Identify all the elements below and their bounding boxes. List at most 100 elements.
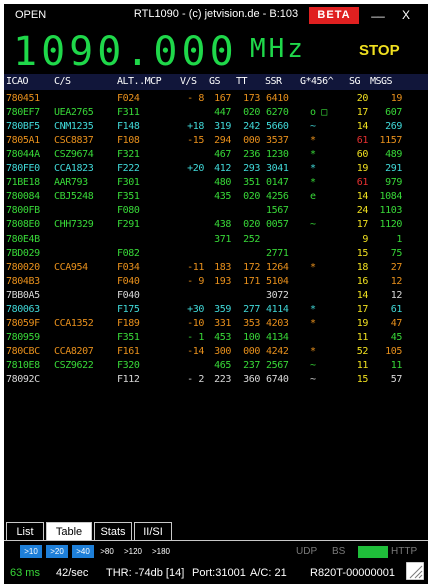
cell-squawk: 4256 bbox=[266, 191, 289, 203]
cell-squawk: 5660 bbox=[266, 121, 289, 133]
cell-squawk: 6410 bbox=[266, 93, 289, 104]
table-row[interactable]: 780E4B 371 252 9 1 bbox=[4, 233, 428, 247]
minimize-button[interactable]: __ bbox=[370, 4, 386, 20]
range-10-button[interactable]: >10 bbox=[20, 545, 42, 558]
table-row[interactable]: 7800FB F080 1567 24 1103 bbox=[4, 204, 428, 218]
table-row[interactable]: 780CBC CCA8207 F161 -14 300 000 4242 * 52 105 bbox=[4, 345, 428, 359]
status-port: Port:31001 bbox=[192, 567, 246, 579]
table-row[interactable]: 71BE18 AAR793 F301 480 351 0147 * 61 979 bbox=[4, 176, 428, 190]
cell-callsign: CCA1823 bbox=[54, 163, 94, 175]
range-120-button[interactable]: >120 bbox=[120, 545, 146, 558]
cell-callsign: CCA1352 bbox=[54, 317, 94, 329]
cell-signal: 20 bbox=[356, 93, 369, 104]
col-ground-speed[interactable]: GS bbox=[209, 76, 221, 87]
cell-vertical-speed: -10 bbox=[187, 317, 204, 329]
table-row[interactable]: 78044A CSZ9674 F321 467 236 1230 * 60 489 bbox=[4, 148, 428, 162]
cell-flags: * bbox=[310, 135, 316, 147]
table-row[interactable]: 780BF5 CNM1235 F148 +18 319 242 5660 ~14 269 bbox=[4, 120, 428, 134]
cell-altitude: F024 bbox=[117, 93, 140, 104]
cell-flags: ~ bbox=[310, 359, 316, 371]
cell-track: 293 bbox=[243, 163, 260, 175]
cell-track: 172 bbox=[243, 261, 260, 273]
cell-track: 360 bbox=[243, 374, 260, 385]
table-row[interactable]: 78059F CCA1352 F189 -10 331 353 4203 * 19 47 bbox=[4, 317, 428, 331]
cell-signal: 17 bbox=[356, 219, 369, 231]
col-altitude[interactable]: ALT..MCP bbox=[117, 76, 162, 87]
table-row[interactable]: 7810E8 CSZ9622 F320 465 237 2567 ~11 11 bbox=[4, 359, 428, 373]
cell-altitude: F222 bbox=[117, 163, 140, 175]
cell-track: 000 bbox=[243, 135, 260, 147]
cell-messages: 489 bbox=[385, 149, 402, 161]
cell-messages: 12 bbox=[390, 289, 403, 301]
table-row[interactable]: 7805A1 CSC8837 F108 -15 294 000 3537 * 61 1157 bbox=[4, 134, 428, 148]
range-40-button[interactable]: >40 bbox=[72, 545, 94, 558]
table-row[interactable]: 7804B3 F040 - 9 193 171 5104 16 12 bbox=[4, 275, 428, 289]
cell-squawk: 1567 bbox=[266, 205, 289, 217]
cell-messages: 19 bbox=[390, 93, 403, 104]
col-icao[interactable]: ICAO bbox=[6, 76, 29, 87]
cell-icao: 78059F bbox=[6, 317, 40, 329]
cell-track: 353 bbox=[243, 317, 260, 329]
tab-ii-si[interactable]: II/SI bbox=[134, 522, 172, 541]
cell-track: 237 bbox=[243, 359, 260, 371]
cell-callsign: CCA954 bbox=[54, 261, 88, 273]
cell-vertical-speed: - 9 bbox=[187, 275, 204, 287]
table-row[interactable]: 780084 CBJ5248 F351 435 020 4256 e 14 1084 bbox=[4, 190, 428, 204]
tab-list[interactable]: List bbox=[6, 522, 44, 541]
cell-icao: 780E4B bbox=[6, 233, 40, 245]
col-track[interactable]: TT bbox=[236, 76, 248, 87]
cell-altitude: F301 bbox=[117, 177, 140, 189]
col-callsign[interactable]: C/S bbox=[54, 76, 71, 87]
table-row[interactable]: 7808E0 CHH7329 F291 438 020 0057 ~17 1120 bbox=[4, 218, 428, 232]
cell-ground-speed: 371 bbox=[214, 233, 231, 245]
cell-signal: 15 bbox=[356, 374, 369, 385]
resize-grip-icon[interactable] bbox=[406, 562, 424, 580]
table-row[interactable]: 7BD029 F082 2771 15 75 bbox=[4, 247, 428, 261]
cell-icao: 780063 bbox=[6, 303, 40, 315]
col-messages[interactable]: MSGS bbox=[370, 76, 393, 87]
range-180-button[interactable]: >180 bbox=[148, 545, 174, 558]
cell-flags: * bbox=[310, 149, 316, 161]
col-signal[interactable]: SG bbox=[349, 76, 361, 87]
table-row[interactable]: 780020 CCA954 F034 -11 183 172 1264 * 18 27 bbox=[4, 261, 428, 275]
cell-altitude: F082 bbox=[117, 247, 140, 259]
title-bar: OPEN RTL1090 - (c) jetvision.de - B:103 … bbox=[4, 4, 428, 26]
cell-altitude: F351 bbox=[117, 191, 140, 203]
range-80-button[interactable]: >80 bbox=[96, 545, 118, 558]
cell-flags: * bbox=[310, 345, 316, 357]
cell-flags: o □ bbox=[310, 107, 327, 119]
table-row[interactable]: 7BB0A5 F040 3072 14 12 bbox=[4, 289, 428, 303]
cell-ground-speed: 453 bbox=[214, 331, 231, 343]
cell-flags: * bbox=[310, 177, 316, 189]
cell-messages: 27 bbox=[390, 261, 403, 273]
stop-button[interactable]: STOP bbox=[359, 42, 400, 59]
table-row[interactable]: 780FE0 CCA1823 F222 +20 412 293 3041 * 19 291 bbox=[4, 162, 428, 176]
cell-track: 236 bbox=[243, 149, 260, 161]
table-row[interactable]: 780EF7 UEA2765 F311 447 020 6270 o □ 17 607 bbox=[4, 106, 428, 120]
cell-vertical-speed: - 1 bbox=[187, 331, 204, 343]
cell-vertical-speed: - 8 bbox=[187, 93, 204, 104]
cell-flags: * bbox=[310, 261, 316, 273]
cell-signal: 19 bbox=[356, 317, 369, 329]
col-vertical-speed[interactable]: V/S bbox=[180, 76, 197, 87]
beta-badge: BETA bbox=[309, 7, 359, 24]
cell-ground-speed: 193 bbox=[214, 275, 231, 287]
cell-ground-speed: 167 bbox=[214, 93, 231, 104]
cell-icao: 7805A1 bbox=[6, 135, 40, 147]
cell-altitude: F320 bbox=[117, 359, 140, 371]
range-20-button[interactable]: >20 bbox=[46, 545, 68, 558]
col-flags[interactable]: G*456^ bbox=[300, 76, 334, 87]
table-row[interactable]: 780959 F351 - 1 453 100 4134 11 45 bbox=[4, 331, 428, 345]
col-squawk[interactable]: SSR bbox=[265, 76, 282, 87]
table-row[interactable]: 780451 F024 - 8 167 173 6410 20 19 bbox=[4, 92, 428, 106]
cell-messages: 291 bbox=[385, 163, 402, 175]
close-button[interactable]: X bbox=[402, 8, 410, 22]
window-title: RTL1090 - (c) jetvision.de - B:103 bbox=[133, 8, 299, 20]
cell-signal: 17 bbox=[356, 303, 369, 315]
tab-stats[interactable]: Stats bbox=[94, 522, 132, 541]
table-header: ICAO C/S ALT..MCP V/S GS TT SSR G*456^ S… bbox=[4, 74, 428, 90]
table-row[interactable]: 780063 F175 +30 359 277 4114 * 17 61 bbox=[4, 303, 428, 317]
tab-table[interactable]: Table bbox=[46, 522, 92, 541]
cell-altitude: F291 bbox=[117, 219, 140, 231]
table-row[interactable]: 78092C F112 - 2 223 360 6740 ~15 57 bbox=[4, 373, 428, 387]
